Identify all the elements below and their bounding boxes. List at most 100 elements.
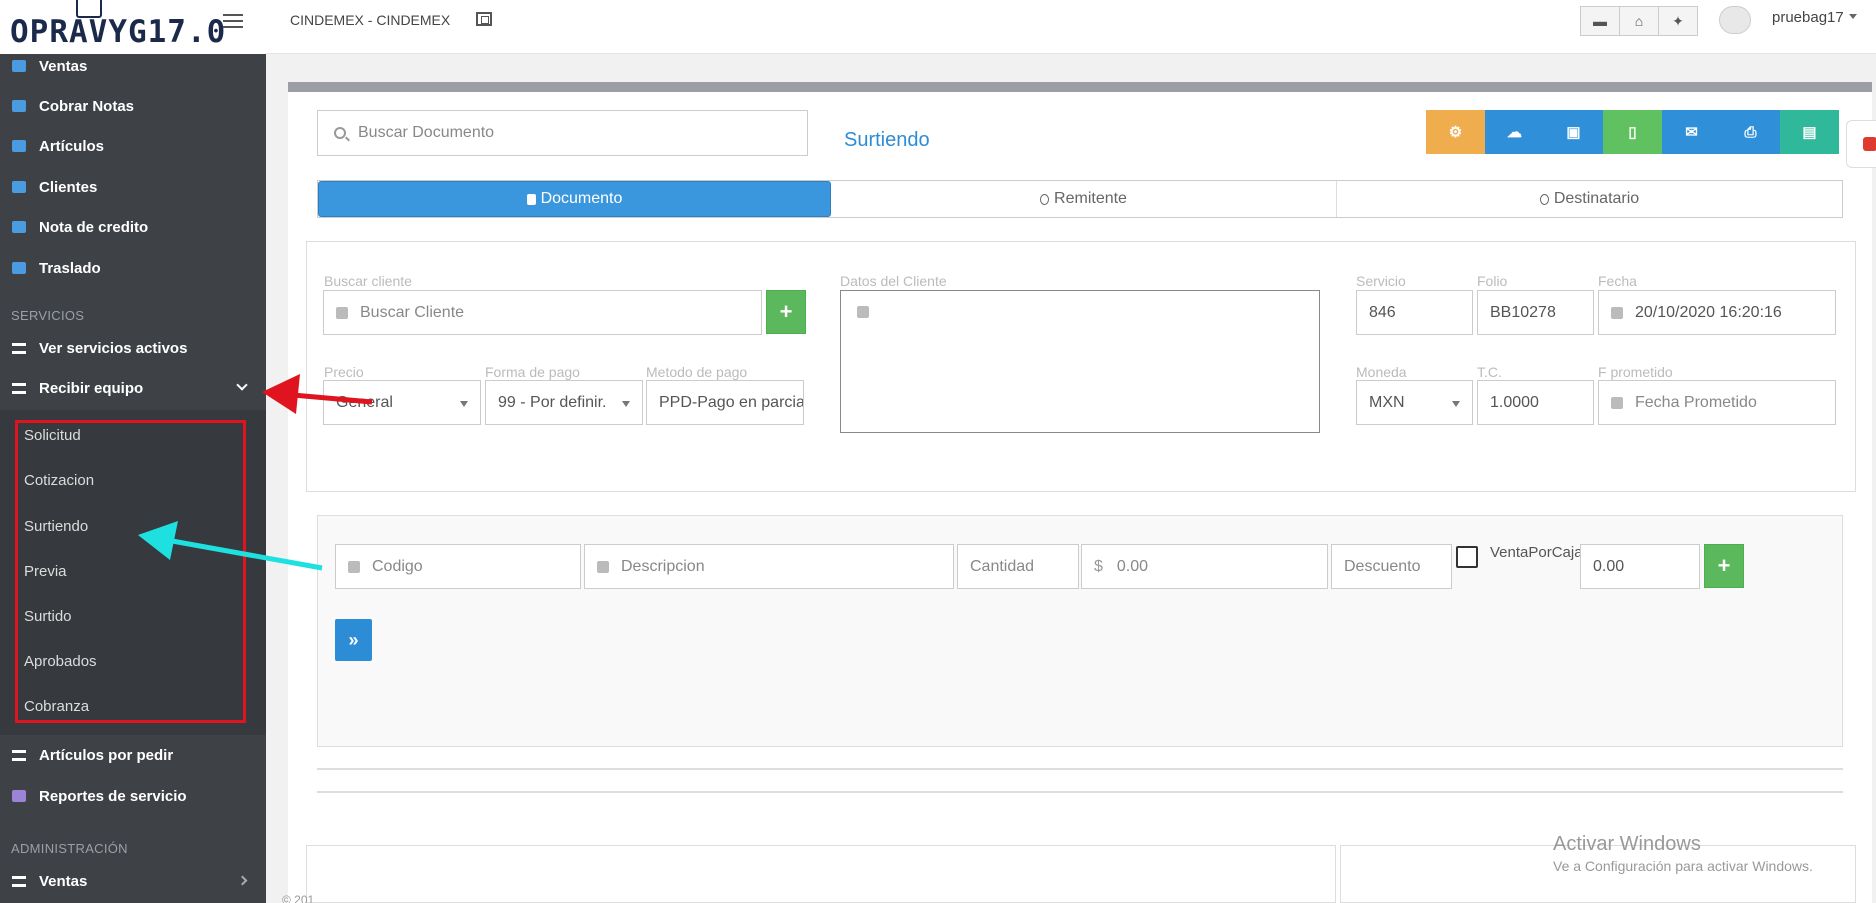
- chevron-right-icon: [237, 875, 248, 886]
- metodo-pago-select[interactable]: PPD-Pago en parcia: [646, 380, 804, 425]
- search-icon: [334, 127, 346, 139]
- sidebar-item-traslado[interactable]: Traslado: [0, 249, 266, 287]
- sidebar-item-clientes[interactable]: Clientes: [0, 168, 266, 206]
- logo-text: OPRAVYG17.0: [10, 14, 227, 50]
- user-icon: [336, 306, 348, 319]
- label-moneda: Moneda: [1356, 364, 1407, 380]
- tags-icon: [12, 140, 26, 152]
- sidebar-item-cobrar-notas[interactable]: Cobrar Notas: [0, 87, 266, 125]
- topbar: CINDEMEX - CINDEMEX ▬ ⌂ ✦ pruebag17: [266, 0, 1876, 54]
- dollar-sign: $: [1094, 557, 1103, 575]
- page-title: Surtiendo: [844, 129, 930, 151]
- sidebar-item-label: Cobrar Notas: [39, 97, 135, 115]
- folio-field[interactable]: BB10278: [1477, 290, 1594, 335]
- divider: [317, 768, 1843, 770]
- buscar-cliente-input[interactable]: Buscar Cliente: [323, 290, 762, 335]
- tc-field[interactable]: 1.0000: [1477, 380, 1594, 425]
- windows-watermark-subtitle: Ve a Configuración para activar Windows.: [1553, 858, 1813, 874]
- sidebar-item-admin-ventas[interactable]: Ventas: [0, 862, 266, 900]
- servicio-field[interactable]: 846: [1356, 290, 1473, 335]
- section-title-administracion: ADMINISTRACIÓN: [11, 841, 128, 856]
- fecha-prometido-field[interactable]: Fecha Prometido: [1598, 380, 1836, 425]
- label-folio: Folio: [1477, 273, 1508, 289]
- forma-pago-select[interactable]: 99 - Por definir.: [485, 380, 643, 425]
- label-tc: T.C.: [1477, 364, 1502, 380]
- fecha-prometido-placeholder: Fecha Prometido: [1635, 393, 1757, 411]
- tab-destinatario[interactable]: Destinatario: [1337, 181, 1842, 217]
- save-button[interactable]: ▤: [1780, 110, 1839, 154]
- precio-select[interactable]: General: [323, 380, 481, 425]
- bar-chart-icon: [12, 790, 26, 802]
- precio-input[interactable]: $ 0.00: [1081, 544, 1328, 589]
- tab-label: Destinatario: [1553, 190, 1640, 207]
- search-document-placeholder: Buscar Documento: [358, 124, 495, 141]
- caret-down-icon: [622, 401, 630, 407]
- total-field[interactable]: 0.00: [1580, 544, 1700, 589]
- email-button[interactable]: ✉: [1662, 110, 1721, 154]
- descuento-input[interactable]: Descuento: [1331, 544, 1452, 589]
- side-tab[interactable]: [1846, 120, 1876, 168]
- precio-value: General: [336, 393, 393, 411]
- address-book-icon: [12, 181, 26, 193]
- action-toolbar: ⚙ ☁ ▣ ▯ ✉ ⎙ ▤: [1426, 110, 1839, 154]
- topbar-buttons: ▬ ⌂ ✦: [1580, 6, 1698, 36]
- caret-down-icon: [460, 401, 468, 407]
- venta-por-caja-label: VentaPorCaja: [1490, 544, 1580, 561]
- home-icon[interactable]: ⌂: [1619, 6, 1659, 36]
- datos-cliente-textarea[interactable]: [840, 290, 1320, 433]
- bottom-panel-left: [306, 845, 1336, 903]
- sidebar-item-label: Artículos por pedir: [39, 746, 174, 764]
- fullscreen-icon[interactable]: [476, 12, 492, 26]
- venta-por-caja-checkbox[interactable]: [1456, 546, 1478, 568]
- video-icon: [1863, 137, 1876, 151]
- building-icon: [857, 306, 869, 318]
- sidebar-item-articulos-por-pedir[interactable]: Artículos por pedir: [0, 736, 266, 774]
- fecha-field[interactable]: 20/10/2020 16:20:16: [1598, 290, 1836, 335]
- calendar-icon: [1611, 396, 1623, 409]
- list-icon: [12, 342, 26, 354]
- double-chevron-right-button[interactable]: »: [335, 619, 372, 661]
- truck-icon: [12, 382, 26, 394]
- cantidad-input[interactable]: Cantidad: [957, 544, 1079, 589]
- new-file-button[interactable]: ▯: [1603, 110, 1662, 154]
- codigo-input[interactable]: Codigo: [335, 544, 581, 589]
- label-datos-cliente: Datos del Cliente: [840, 273, 947, 289]
- cloud-upload-button[interactable]: ☁: [1485, 110, 1544, 154]
- sidebar-item-reportes-servicio[interactable]: Reportes de servicio: [0, 777, 266, 815]
- folder-icon[interactable]: ▬: [1580, 6, 1620, 36]
- sidebar-item-recibir-equipo[interactable]: Recibir equipo: [0, 369, 266, 407]
- forma-pago-value: 99 - Por definir.: [498, 393, 607, 411]
- user-icon: [1539, 193, 1549, 205]
- hamburger-menu-icon[interactable]: [223, 14, 243, 28]
- moneda-select[interactable]: MXN: [1356, 380, 1473, 425]
- buscar-cliente-placeholder: Buscar Cliente: [360, 303, 465, 321]
- magic-icon[interactable]: ✦: [1658, 6, 1698, 36]
- sidebar-item-ver-servicios[interactable]: Ver servicios activos: [0, 329, 266, 367]
- money-button[interactable]: ▣: [1544, 110, 1603, 154]
- sidebar-item-articulos[interactable]: Artículos: [0, 127, 266, 165]
- avatar[interactable]: [1719, 6, 1751, 34]
- descripcion-input[interactable]: Descripcion: [584, 544, 954, 589]
- windows-watermark-title: Activar Windows: [1553, 833, 1701, 855]
- search-document-input[interactable]: Buscar Documento: [317, 110, 808, 156]
- caret-down-icon[interactable]: [1849, 14, 1857, 19]
- username[interactable]: pruebag17: [1772, 9, 1844, 26]
- add-item-button[interactable]: +: [1704, 544, 1744, 588]
- label-servicio: Servicio: [1356, 273, 1406, 289]
- sidebar-item-label: Recibir equipo: [39, 379, 144, 397]
- file-icon: [12, 262, 26, 274]
- label-buscar-cliente: Buscar cliente: [324, 273, 412, 289]
- cart-icon: [12, 60, 26, 72]
- calendar-icon: [1611, 306, 1623, 319]
- add-client-button[interactable]: +: [766, 290, 806, 334]
- settings-button[interactable]: ⚙: [1426, 110, 1485, 154]
- tab-remitente[interactable]: Remitente: [831, 181, 1337, 217]
- sidebar-item-ventas[interactable]: Ventas: [0, 47, 266, 85]
- tab-documento[interactable]: Documento: [318, 181, 831, 217]
- precio-placeholder: 0.00: [1116, 557, 1149, 575]
- print-button[interactable]: ⎙: [1721, 110, 1780, 154]
- sidebar-item-nota-credito[interactable]: Nota de credito: [0, 208, 266, 246]
- tab-label: Documento: [540, 190, 623, 207]
- user-icon: [1040, 193, 1050, 205]
- codigo-placeholder: Codigo: [372, 557, 423, 575]
